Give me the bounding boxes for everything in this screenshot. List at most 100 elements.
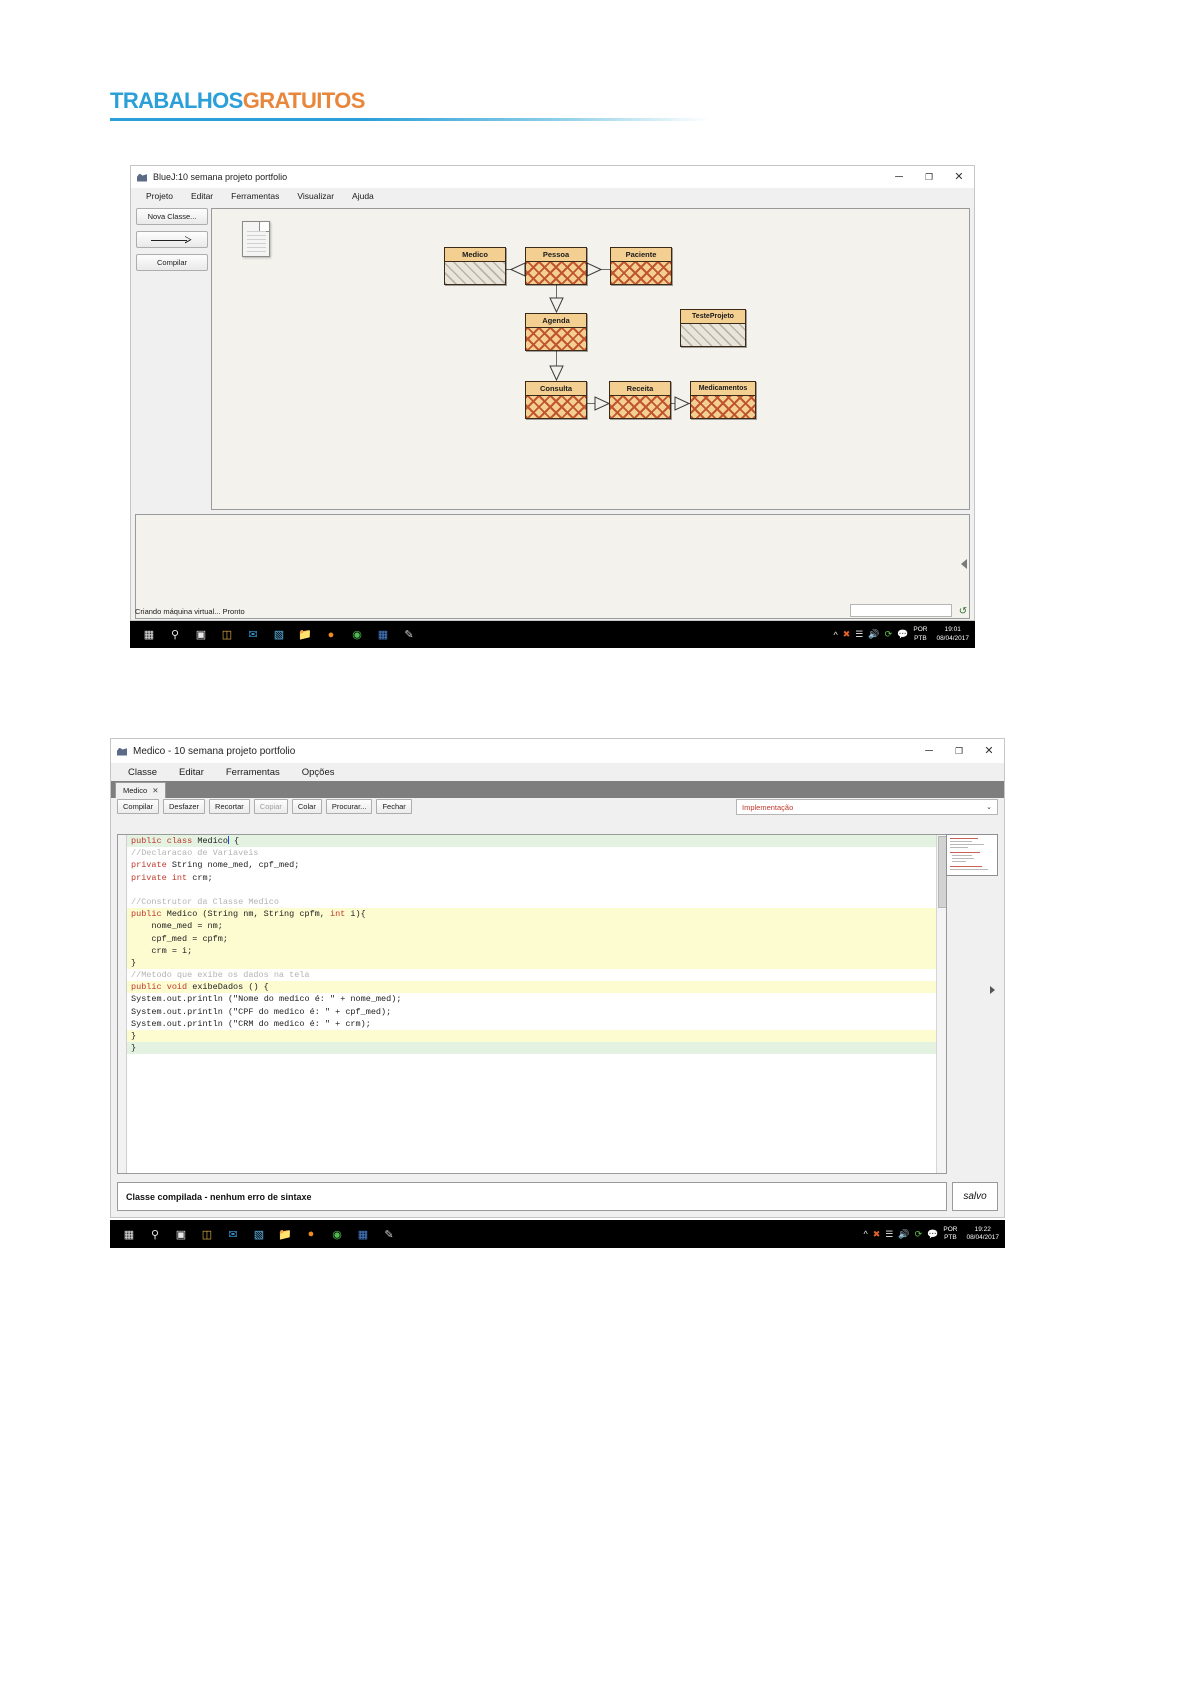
file-explorer-icon[interactable]: ◫ xyxy=(194,1221,220,1247)
tray-action-center-icon[interactable]: 💬 xyxy=(927,1229,938,1240)
menu-editar[interactable]: Editar xyxy=(168,767,215,778)
editor-vertical-scrollbar[interactable] xyxy=(936,835,946,1173)
firefox-icon[interactable]: ● xyxy=(298,1221,324,1247)
editor-paste-button[interactable]: Colar xyxy=(291,799,322,814)
minimize-icon[interactable]: ─ xyxy=(884,166,914,188)
tray-volume-icon[interactable]: 🔊 xyxy=(898,1229,909,1240)
editor-minimap[interactable] xyxy=(946,834,998,876)
tray-expand-icon[interactable]: ^ xyxy=(864,1229,868,1239)
class-box-receita[interactable]: Receita xyxy=(609,381,671,419)
class-box-testeprojeto[interactable]: TesteProjeto xyxy=(680,309,746,347)
class-box-consulta[interactable]: Consulta xyxy=(525,381,587,419)
code-editor[interactable]: public class Medico {//Declaracao de Var… xyxy=(117,834,947,1174)
arrowhead-consulta-receita-outline xyxy=(594,396,610,411)
close-icon[interactable]: ✕ xyxy=(944,166,974,188)
new-inheritance-arrow-button[interactable] xyxy=(136,231,208,248)
menu-classe[interactable]: Classe xyxy=(117,767,168,778)
search-icon[interactable]: ⚲ xyxy=(162,622,188,648)
menu-opcoes[interactable]: Opções xyxy=(291,767,346,778)
class-box-agenda[interactable]: Agenda xyxy=(525,313,587,351)
editor-find-button[interactable]: Procurar... xyxy=(325,799,373,814)
tray-network-warning-icon[interactable]: ✖ xyxy=(843,629,851,640)
word-icon[interactable]: ▦ xyxy=(350,1221,376,1247)
chrome-icon[interactable]: ◉ xyxy=(344,622,370,648)
editor-close-button[interactable]: Fechar xyxy=(376,799,412,814)
editor-breakpoint-gutter[interactable] xyxy=(118,835,127,1173)
taskbar-2: ▦ ⚲ ▣ ◫ ✉ ▧ 📁 ● ◉ ▦ ✎ ^ ✖ ☰ 🔊 ⟳ 💬 POR PT… xyxy=(110,1220,1005,1248)
status-message: Criando máquina virtual... Pronto xyxy=(135,607,245,616)
view-selector-dropdown[interactable]: Implementação ⌄ xyxy=(736,799,998,815)
code-token: é: " + xyxy=(304,1018,346,1029)
file-explorer-icon[interactable]: ◫ xyxy=(214,622,240,648)
bluej-taskbar-icon[interactable]: ✎ xyxy=(396,622,422,648)
close-icon[interactable]: ✕ xyxy=(974,739,1004,763)
maximize-icon[interactable]: ❐ xyxy=(914,166,944,188)
tab-close-icon[interactable]: ✕ xyxy=(152,786,158,795)
minimize-icon[interactable]: ─ xyxy=(914,739,944,763)
recycle-icon[interactable]: ↺ xyxy=(956,605,970,618)
maximize-icon[interactable]: ❐ xyxy=(944,739,974,763)
tray-clock[interactable]: 19:22 08/04/2017 xyxy=(962,1226,999,1242)
chrome-icon[interactable]: ◉ xyxy=(324,1221,350,1247)
codepad-expand-arrow-icon[interactable] xyxy=(961,559,967,569)
compile-button[interactable]: Compilar xyxy=(136,254,208,271)
editor-panel-expand-arrow-icon[interactable] xyxy=(990,986,995,994)
store-icon[interactable]: ▧ xyxy=(266,622,292,648)
task-view-icon[interactable]: ▣ xyxy=(188,622,214,648)
start-icon[interactable]: ▦ xyxy=(136,622,162,648)
folder-icon[interactable]: 📁 xyxy=(272,1221,298,1247)
folder-icon[interactable]: 📁 xyxy=(292,622,318,648)
start-icon[interactable]: ▦ xyxy=(116,1221,142,1247)
tray-network-warning-icon[interactable]: ✖ xyxy=(873,1229,881,1240)
code-pad-panel[interactable] xyxy=(135,514,970,619)
site-logo: TRABALHOSGRATUITOS xyxy=(110,88,710,114)
code-text[interactable]: public class Medico {//Declaracao de Var… xyxy=(127,835,946,1173)
window1-title: BlueJ:10 semana projeto portfolio xyxy=(153,172,288,182)
tray-sync-icon[interactable]: ⟳ xyxy=(885,629,893,640)
menu-projeto[interactable]: Projeto xyxy=(137,191,182,201)
editor-compile-button[interactable]: Compilar xyxy=(117,799,160,814)
arrowhead-paciente-pessoa-outline xyxy=(586,262,602,277)
bluej-taskbar-icon[interactable]: ✎ xyxy=(376,1221,402,1247)
menu-ferramentas[interactable]: Ferramentas xyxy=(222,191,288,201)
mail-icon[interactable]: ✉ xyxy=(220,1221,246,1247)
readme-note-icon[interactable] xyxy=(242,221,270,257)
class-box-paciente[interactable]: Paciente xyxy=(610,247,672,285)
class-box-medicamentos[interactable]: Medicamentos xyxy=(690,381,756,419)
window1-toolbar: Nova Classe... Compilar xyxy=(136,208,208,277)
mail-icon[interactable]: ✉ xyxy=(240,622,266,648)
window2-titlebar[interactable]: Medico - 10 semana projeto portfolio ─ ❐… xyxy=(111,739,1004,763)
editor-cut-button[interactable]: Recortar xyxy=(209,799,250,814)
menu-editar[interactable]: Editar xyxy=(182,191,222,201)
arrow-shaft-icon xyxy=(151,239,187,241)
tray-volume-icon[interactable]: 🔊 xyxy=(868,629,879,640)
tray-language-indicator[interactable]: POR PTB xyxy=(913,626,927,642)
search-icon[interactable]: ⚲ xyxy=(142,1221,168,1247)
menu-ferramentas[interactable]: Ferramentas xyxy=(215,767,291,778)
window1-titlebar[interactable]: BlueJ:10 semana projeto portfolio ─ ❐ ✕ xyxy=(131,166,974,188)
logo-text-secondary: GRATUITOS xyxy=(242,88,366,113)
editor-copy-button[interactable]: Copiar xyxy=(253,799,288,814)
class-box-pessoa[interactable]: Pessoa xyxy=(525,247,587,285)
editor-undo-button[interactable]: Desfazer xyxy=(163,799,206,814)
class-box-medico[interactable]: Medico xyxy=(444,247,506,285)
menu-ajuda[interactable]: Ajuda xyxy=(343,191,383,201)
tray-clock[interactable]: 19:01 08/04/2017 xyxy=(932,626,969,642)
class-diagram-canvas[interactable]: Medico Pessoa Paciente Agenda TesteProje… xyxy=(211,208,970,510)
tray-expand-icon[interactable]: ^ xyxy=(834,630,838,640)
tab-medico-label: Medico xyxy=(123,786,148,795)
word-icon[interactable]: ▦ xyxy=(370,622,396,648)
menu-visualizar[interactable]: Visualizar xyxy=(288,191,343,201)
class-body-agenda xyxy=(525,328,587,351)
firefox-icon[interactable]: ● xyxy=(318,622,344,648)
tray-sync-icon[interactable]: ⟳ xyxy=(915,1229,923,1240)
new-class-button[interactable]: Nova Classe... xyxy=(136,208,208,225)
task-view-icon[interactable]: ▣ xyxy=(168,1221,194,1247)
tray-wifi-icon[interactable]: ☰ xyxy=(885,1229,893,1240)
tray-wifi-icon[interactable]: ☰ xyxy=(855,629,863,640)
bluej-main-window: BlueJ:10 semana projeto portfolio ─ ❐ ✕ … xyxy=(130,165,975,621)
tray-action-center-icon[interactable]: 💬 xyxy=(897,629,908,640)
tab-medico[interactable]: Medico ✕ xyxy=(115,782,167,798)
tray-language-indicator[interactable]: POR PTB xyxy=(943,1226,957,1242)
store-icon[interactable]: ▧ xyxy=(246,1221,272,1247)
